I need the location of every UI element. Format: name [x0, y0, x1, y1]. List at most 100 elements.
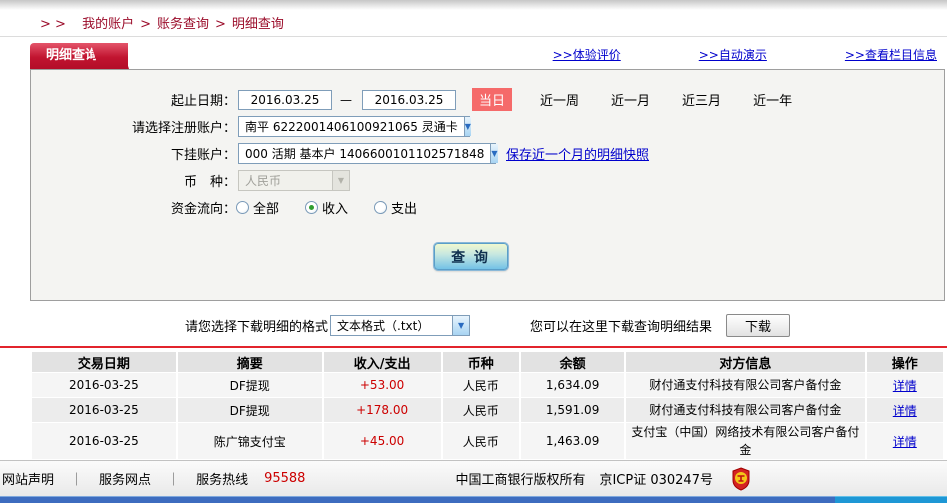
top-links: >>体验评价 >>自动演示 >>查看栏目信息	[553, 46, 945, 69]
breadcrumb-account-query[interactable]: 账务查询	[157, 17, 209, 32]
footer-links: 网站声明 ｜ 服务网点 ｜ 服务热线 95588	[0, 469, 305, 488]
breadcrumb-separator: >	[140, 17, 151, 32]
register-account-row: 请选择注册账户： 南平 6222001406100921065 灵通卡 ▼	[31, 113, 944, 140]
cell-balance: 1,591.09	[520, 398, 625, 422]
icp-text: 京ICP证 030247号	[599, 473, 713, 488]
quick-range-3months[interactable]: 近三月	[682, 90, 721, 109]
detail-link[interactable]: 详情	[893, 379, 917, 393]
quick-range-week[interactable]: 近一周	[540, 90, 579, 109]
sub-account-value: 000 活期 基本户 1406600101102571848	[245, 147, 485, 161]
site-statement-link[interactable]: 网站声明	[2, 469, 54, 488]
icp-license-badge-icon[interactable]	[731, 466, 751, 491]
download-row: 请您选择下载明细的格式 文本格式（.txt） ▼ 您可以在这里下载查询明细结果 …	[0, 313, 947, 337]
flow-option-income[interactable]: 收入	[305, 198, 348, 217]
quick-range-year[interactable]: 近一年	[753, 90, 792, 109]
section-divider	[0, 346, 947, 348]
sub-account-select[interactable]: 000 活期 基本户 1406600101102571848 ▼	[238, 143, 498, 164]
date-range-row: 起止日期： — 当日 近一周 近一月 近三月 近一年	[31, 86, 944, 113]
detail-link[interactable]: 详情	[893, 435, 917, 449]
date-separator: —	[340, 92, 352, 107]
breadcrumb-my-account[interactable]: 我的账户	[82, 17, 134, 32]
quick-range-month[interactable]: 近一月	[611, 90, 650, 109]
column-header: 对方信息	[626, 352, 865, 372]
currency-label: 币 种：	[183, 175, 236, 190]
radio-icon[interactable]	[305, 201, 319, 214]
cell-summary: 陈广锦支付宝	[177, 423, 322, 459]
column-header: 操作	[866, 352, 943, 372]
date-range-label: 起止日期：	[170, 94, 236, 109]
fund-flow-row: 资金流向： 全部 收入 支出	[31, 194, 944, 221]
table-row: 2016-03-25 DF提现 +53.00 人民币 1,634.09 财付通支付科技有限…	[32, 373, 943, 397]
column-header: 摘要	[177, 352, 322, 372]
cell-currency: 人民币	[442, 373, 519, 397]
chevron-down-icon: ▼	[490, 144, 498, 163]
footer-separator: ｜	[167, 473, 181, 488]
cell-date: 2016-03-25	[32, 373, 176, 397]
download-button[interactable]: 下载	[726, 313, 791, 337]
cell-action: 详情	[866, 373, 943, 397]
table-row: 2016-03-25 陈广锦支付宝 +45.00 人民币 1,463.09 支付宝（中国）…	[32, 423, 943, 459]
chevron-down-icon: ▼	[463, 117, 471, 136]
radio-icon[interactable]	[236, 201, 249, 214]
cell-amount: +53.00	[323, 373, 441, 397]
cell-currency: 人民币	[442, 423, 519, 459]
breadcrumb-prefix: > >	[40, 17, 66, 32]
query-button[interactable]: 查 询	[432, 242, 509, 271]
cell-action: 详情	[866, 423, 943, 459]
breadcrumb: > > 我的账户 > 账务查询 > 明细查询	[0, 10, 947, 37]
register-account-value: 南平 6222001406100921065 灵通卡	[245, 120, 458, 134]
cell-summary: DF提现	[177, 373, 322, 397]
bottom-accent-bar	[0, 496, 947, 503]
register-account-label: 请选择注册账户：	[131, 121, 236, 136]
breadcrumb-detail-query[interactable]: 明细查询	[232, 17, 284, 32]
currency-row: 币 种： 人民币 ▼	[31, 167, 944, 194]
radio-label: 全部	[253, 202, 280, 217]
download-format-select[interactable]: 文本格式（.txt） ▼	[330, 314, 471, 336]
download-hint: 您可以在这里下载查询明细结果	[530, 319, 713, 335]
currency-select: 人民币 ▼	[238, 170, 350, 191]
cell-date: 2016-03-25	[32, 398, 176, 422]
radio-icon[interactable]	[374, 201, 388, 214]
cell-date: 2016-03-25	[32, 423, 176, 459]
currency-value: 人民币	[245, 174, 282, 188]
auto-demo-link[interactable]: >>自动演示	[699, 46, 767, 63]
breadcrumb-separator: >	[215, 17, 226, 32]
detail-link[interactable]: 详情	[893, 404, 917, 418]
fund-flow-label: 资金流向：	[170, 202, 236, 217]
flow-option-expense[interactable]: 支出	[374, 198, 417, 217]
radio-label: 支出	[391, 202, 418, 217]
cell-currency: 人民币	[442, 398, 519, 422]
column-header: 收入/支出	[323, 352, 441, 372]
transactions-body: 2016-03-25 DF提现 +53.00 人民币 1,634.09 财付通支付科技有限…	[32, 373, 943, 459]
cell-action: 详情	[866, 398, 943, 422]
date-from-input[interactable]	[238, 89, 332, 110]
radio-label: 收入	[322, 202, 349, 217]
table-header-row: 交易日期 摘要 收入/支出 币种 余额 对方信息 操作	[32, 352, 943, 372]
view-column-info-link[interactable]: >>查看栏目信息	[845, 46, 937, 63]
cell-counterparty: 支付宝（中国）网络技术有限公司客户备付金	[626, 423, 865, 459]
experience-review-link[interactable]: >>体验评价	[553, 46, 621, 63]
cell-counterparty: 财付通支付科技有限公司客户备付金	[626, 398, 865, 422]
query-form: 起止日期： — 当日 近一周 近一月 近三月 近一年 请选择注册账户： 南平 6222…	[30, 69, 945, 301]
copyright-text: 中国工商银行版权所有	[455, 473, 586, 488]
transactions-table: 交易日期 摘要 收入/支出 币种 余额 对方信息 操作 2016-03-25 DF提现 +53.…	[30, 351, 945, 460]
cell-counterparty: 财付通支付科技有限公司客户备付金	[626, 373, 865, 397]
footer-bar: 网站声明 ｜ 服务网点 ｜ 服务热线 95588 中国工商银行版权所有 京ICP证 030…	[0, 460, 947, 496]
download-format-value: 文本格式（.txt）	[337, 318, 430, 333]
tab-detail-query[interactable]: 明细查询	[30, 43, 129, 69]
cell-summary: DF提现	[177, 398, 322, 422]
tab-row: 明细查询 >>体验评价 >>自动演示 >>查看栏目信息	[30, 41, 945, 69]
register-account-select[interactable]: 南平 6222001406100921065 灵通卡 ▼	[238, 116, 471, 137]
footer: 网站声明 ｜ 服务网点 ｜ 服务热线 95588 中国工商银行版权所有 京ICP证 030…	[0, 460, 947, 503]
flow-option-all[interactable]: 全部	[236, 198, 279, 217]
quick-range-today[interactable]: 当日	[472, 88, 513, 111]
cell-balance: 1,463.09	[520, 423, 625, 459]
tab-label: 明细查询	[46, 48, 99, 63]
query-button-row: 查 询	[31, 242, 944, 271]
date-to-input[interactable]	[362, 89, 456, 110]
bottom-bar-right-segment	[835, 496, 947, 503]
save-snapshot-link[interactable]: 保存近一个月的明细快照	[506, 144, 649, 163]
sub-account-row: 下挂账户： 000 活期 基本户 1406600101102571848 ▼ 保…	[31, 140, 944, 167]
service-outlets-link[interactable]: 服务网点	[99, 469, 151, 488]
column-header: 币种	[442, 352, 519, 372]
